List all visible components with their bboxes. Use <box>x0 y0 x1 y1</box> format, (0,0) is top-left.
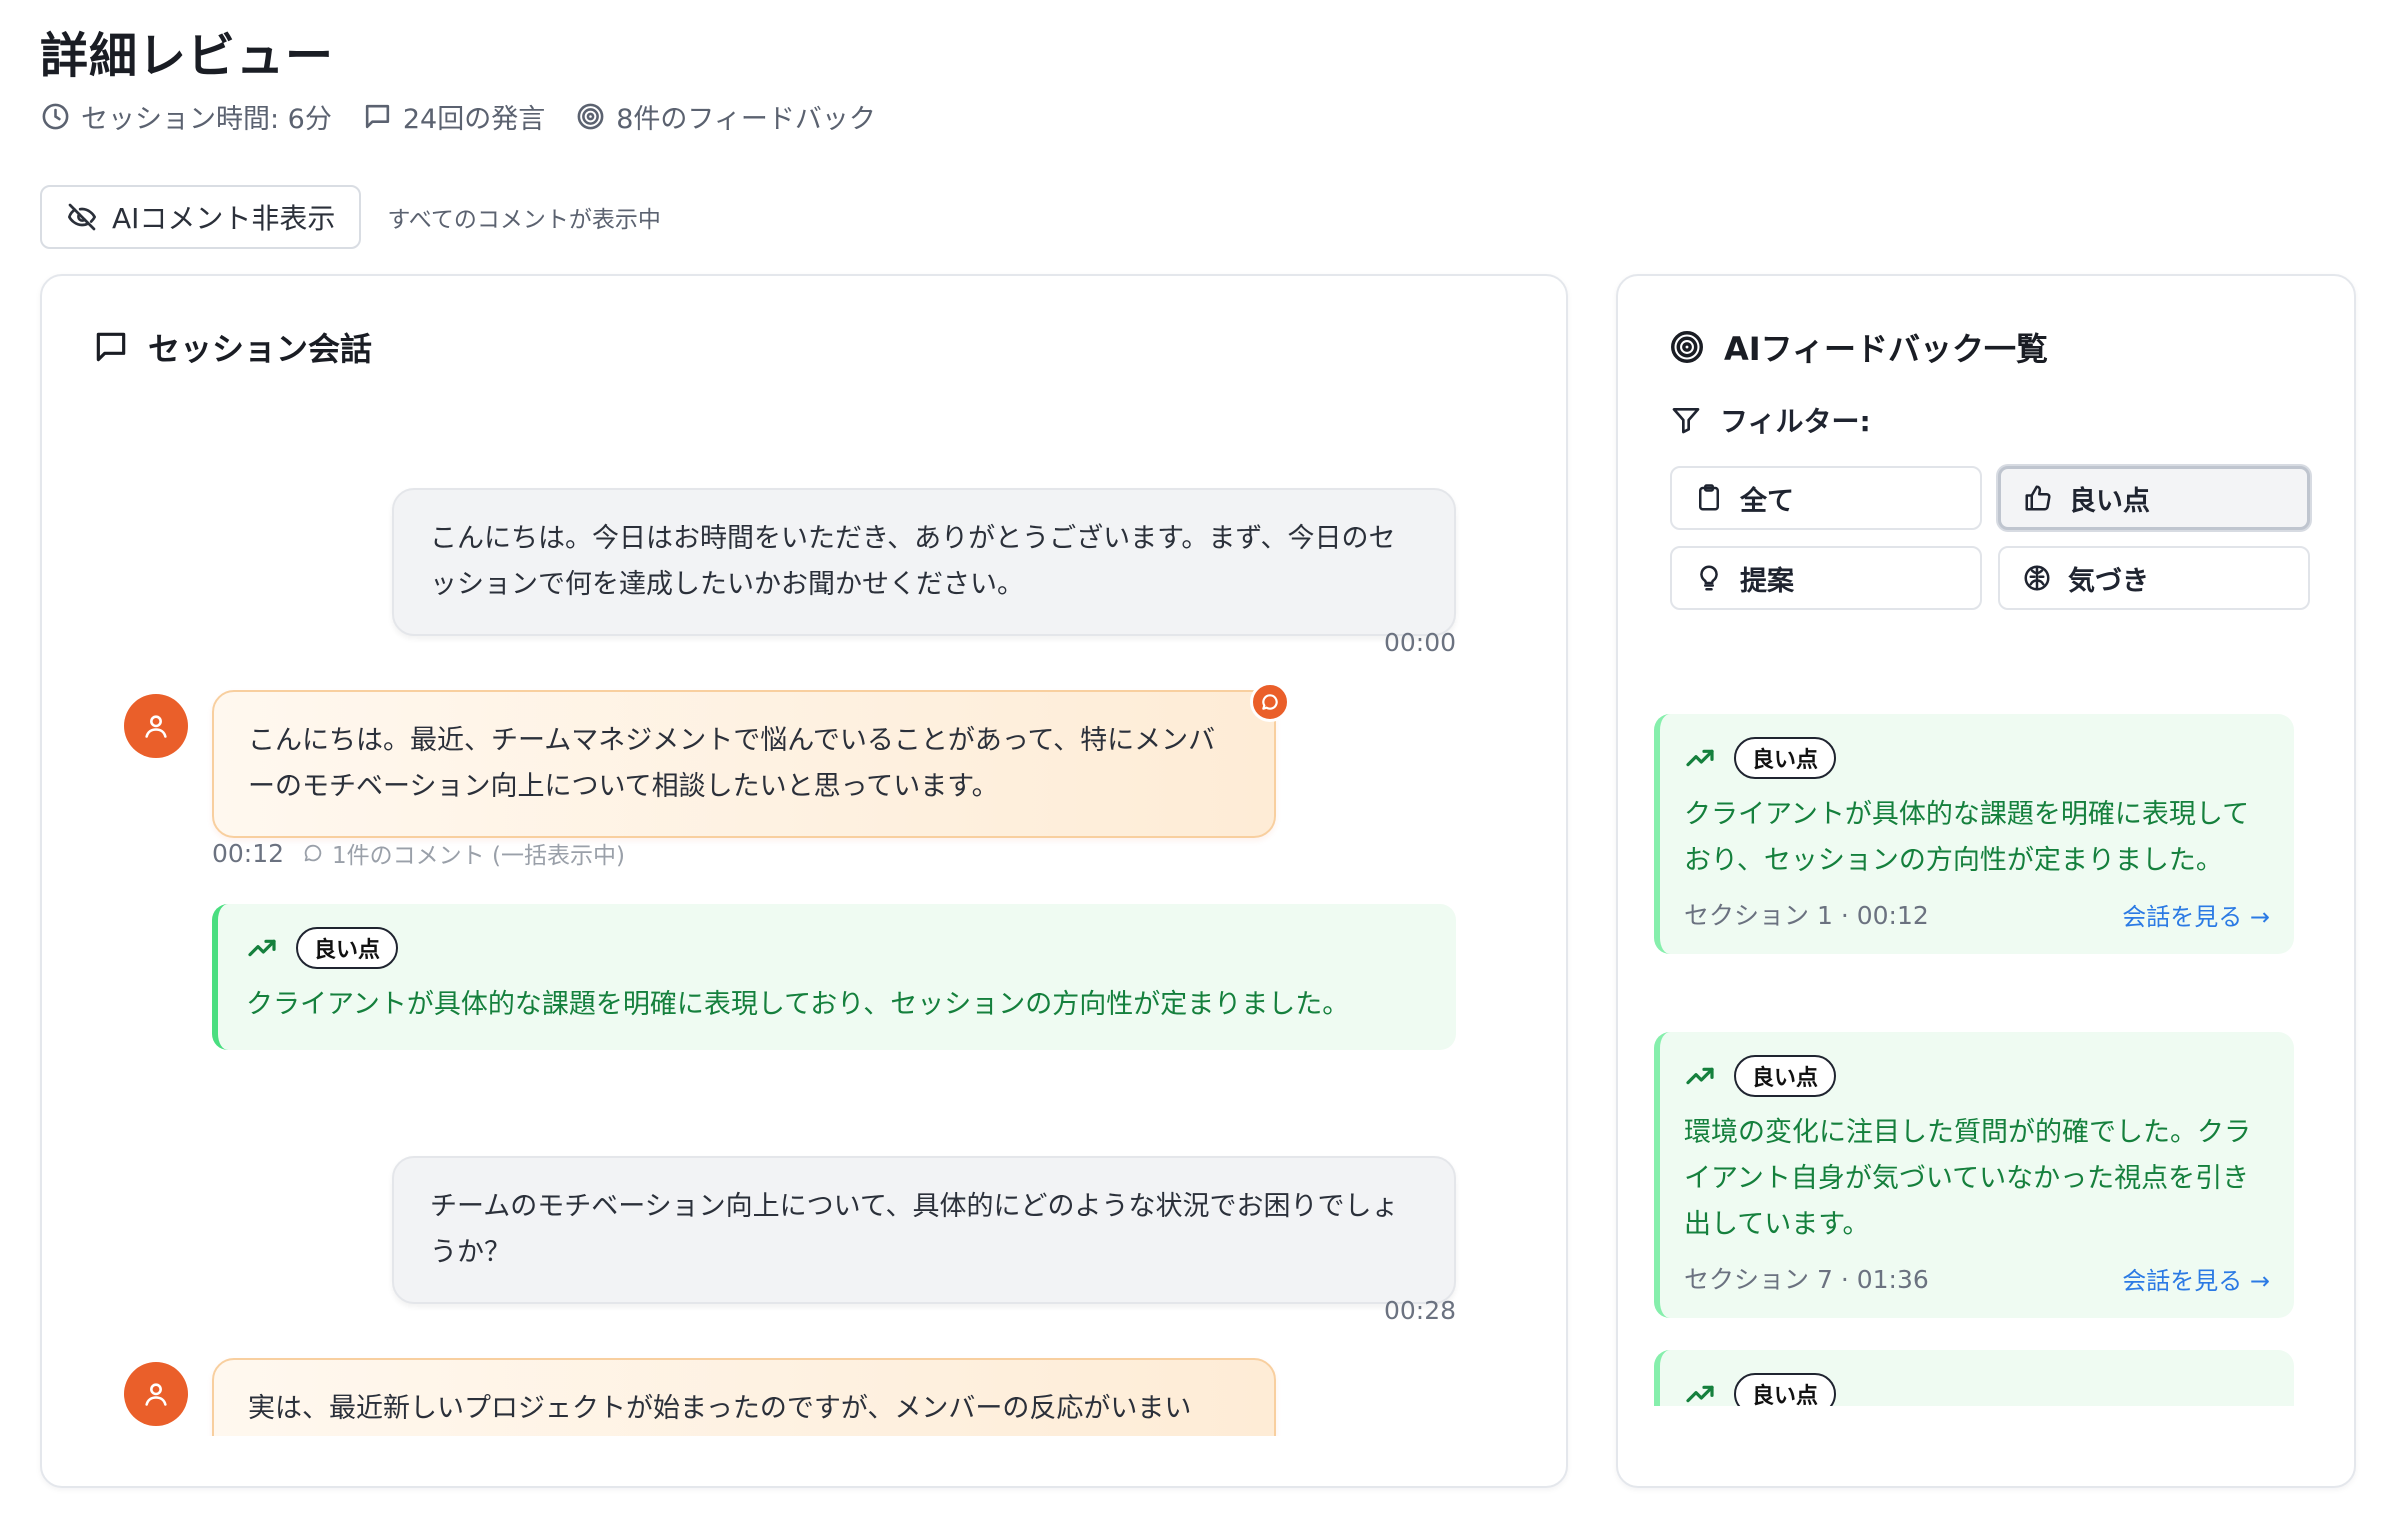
feedback-count: 8件のフィードバック <box>575 97 876 136</box>
coach-message: チームのモチベーション向上について、具体的にどのような状況でお困りでしょうか？ <box>392 1156 1456 1304</box>
target-icon <box>577 103 604 129</box>
message-icon <box>365 104 389 128</box>
inline-feedback-card: 良い点 クライアントが具体的な課題を明確に表現しており、セッションの方向性が定ま… <box>212 904 1456 1050</box>
filter-insights-button[interactable]: 気づき <box>1998 546 2310 610</box>
message-timestamp: 00:28 <box>1383 1296 1456 1325</box>
message-timestamp: 00:12 <box>212 838 285 868</box>
clock-icon <box>42 103 69 129</box>
message-timestamp: 00:00 <box>1383 628 1456 657</box>
trending-up-icon <box>1686 1385 1714 1403</box>
review-page: 詳細レビュー セッション時間: 6分 24回の発言 8件のフィードバック AIコ… <box>0 0 2386 1526</box>
conversation-header: セッション会話 <box>92 324 372 370</box>
client-avatar <box>124 1362 188 1426</box>
feedback-location: セクション 7 · 01:36 <box>1684 1265 1929 1294</box>
client-message-meta: 00:12 1件のコメント (一括表示中) <box>212 836 625 870</box>
ai-feedback-panel: AIフィードバック一覧 フィルター: 全て 良い点 提案 気づき 良い点 クライ… <box>1616 274 2356 1488</box>
feedback-list-item[interactable]: 良い点 環境の変化に注目した質問が的確でした。クライアント自身が気づいていなかっ… <box>1654 1032 2294 1318</box>
comment-icon <box>1262 694 1278 710</box>
view-conversation-link[interactable]: 会話を見る → <box>2122 1261 2270 1296</box>
eye-off-icon <box>68 203 96 231</box>
page-title: 詳細レビュー <box>40 28 335 84</box>
filter-buttons: 全て 良い点 提案 気づき <box>1670 466 2310 610</box>
filter-good-points-button[interactable]: 良い点 <box>1998 466 2310 530</box>
brain-icon <box>2024 565 2050 591</box>
trending-up-icon <box>248 939 276 957</box>
filter-suggestions-button[interactable]: 提案 <box>1670 546 1982 610</box>
filter-all-button[interactable]: 全て <box>1670 466 1982 530</box>
feedback-tag: 良い点 <box>1734 1373 1837 1406</box>
feedback-tag: 良い点 <box>1734 737 1837 779</box>
session-time: セッション時間: 6分 <box>40 97 332 136</box>
feedback-list[interactable]: 良い点 クライアントが具体的な課題を明確に表現しており、セッションの方向性が定ま… <box>1654 714 2304 1406</box>
user-icon <box>145 1383 167 1406</box>
feedback-text: クライアントが具体的な課題を明確に表現しており、セッションの方向性が定まりました… <box>246 989 1350 1020</box>
comment-visibility-status: すべてのコメントが表示中 <box>387 207 661 233</box>
view-conversation-link[interactable]: 会話を見る → <box>2122 897 2270 932</box>
session-meta: セッション時間: 6分 24回の発言 8件のフィードバック <box>40 96 876 136</box>
client-message: こんにちは。最近、チームマネジメントで悩んでいることがあって、特にメンバーのモチ… <box>212 682 1290 838</box>
filter-icon <box>1672 408 1700 434</box>
clipboard-icon <box>1699 484 1719 511</box>
user-icon <box>145 715 167 738</box>
filter-label: フィルター: <box>1670 400 1871 440</box>
trending-up-icon <box>1686 1067 1714 1085</box>
comment-icon <box>304 844 322 862</box>
feedback-tag: 良い点 <box>1734 1055 1837 1097</box>
thumbs-up-icon <box>2025 485 2051 511</box>
utterance-count: 24回の発言 <box>362 97 545 136</box>
lightbulb-icon <box>1700 565 1718 591</box>
feedback-list-item[interactable]: 良い点 <box>1654 1350 2294 1406</box>
client-message: 実は、最近新しいプロジェクトが始まったのですが、メンバーの反応がいまい <box>212 1358 1276 1436</box>
comment-indicator[interactable] <box>1250 682 1290 722</box>
feedback-location: セクション 1 · 00:12 <box>1684 901 1929 930</box>
comment-toggle-row: AIコメント非表示 すべてのコメントが表示中 <box>40 185 661 249</box>
message-icon <box>96 332 126 362</box>
coach-message: こんにちは。今日はお時間をいただき、ありがとうございます。まず、今日のセッション… <box>392 488 1456 636</box>
target-icon <box>1671 331 1703 363</box>
trending-up-icon <box>1686 749 1714 767</box>
hide-ai-comments-button[interactable]: AIコメント非表示 <box>40 185 362 249</box>
feedback-panel-header: AIフィードバック一覧 <box>1668 324 2048 370</box>
comment-count[interactable]: 1件のコメント (一括表示中) <box>302 836 625 870</box>
feedback-list-item[interactable]: 良い点 クライアントが具体的な課題を明確に表現しており、セッションの方向性が定ま… <box>1654 714 2294 954</box>
session-conversation-panel: セッション会話 こんにちは。今日はお時間をいただき、ありがとうございます。まず、… <box>40 274 1568 1488</box>
feedback-text: クライアントが具体的な課題を明確に表現しており、セッションの方向性が定まりました… <box>1684 799 2250 876</box>
feedback-text: 環境の変化に注目した質問が的確でした。クライアント自身が気づいていなかった視点を… <box>1684 1117 2251 1240</box>
chat-scroll-area[interactable]: こんにちは。今日はお時間をいただき、ありがとうございます。まず、今日のセッション… <box>42 436 1566 1436</box>
client-avatar <box>124 694 188 758</box>
feedback-tag: 良い点 <box>296 927 399 969</box>
